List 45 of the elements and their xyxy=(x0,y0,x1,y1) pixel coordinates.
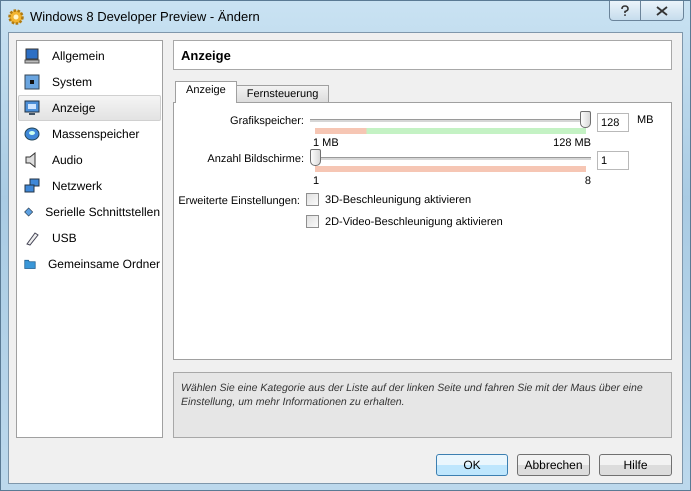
sidebar-item[interactable]: System xyxy=(18,69,161,95)
sidebar-item[interactable]: Serielle Schnittstellen xyxy=(18,199,161,225)
value-field[interactable]: 1 xyxy=(597,151,629,170)
field-label: Anzahl Bildschirme: xyxy=(206,152,304,167)
sidebar-item[interactable]: Audio xyxy=(18,147,161,173)
slider-thumb[interactable] xyxy=(580,111,591,128)
sidebar-item[interactable]: USB xyxy=(18,225,161,251)
close-icon xyxy=(656,6,668,16)
field-label: Erweiterte Einstellungen: xyxy=(177,194,300,209)
sidebar-item[interactable]: Allgemein xyxy=(18,43,161,69)
sidebar-item[interactable]: Netzwerk xyxy=(18,173,161,199)
chip-icon xyxy=(24,74,40,90)
max-label: 128 MB xyxy=(553,137,591,149)
help-icon xyxy=(620,4,630,16)
help-button[interactable] xyxy=(609,1,641,21)
unit-label: MB xyxy=(637,113,654,126)
page-title: Anzeige xyxy=(173,40,672,70)
checkbox-label: 2D-Video-Beschleunigung aktivieren xyxy=(325,216,503,228)
min-label: 1 xyxy=(313,175,320,187)
network-icon xyxy=(24,178,40,194)
min-label: 1 MB xyxy=(313,137,339,149)
tab[interactable]: Anzeige xyxy=(175,81,237,103)
checkbox[interactable] xyxy=(306,193,319,206)
window-title: Windows 8 Developer Preview - Ändern xyxy=(30,9,260,24)
value-field[interactable]: 128 xyxy=(597,113,629,132)
sidebar-item[interactable]: Anzeige xyxy=(18,95,161,121)
slider[interactable] xyxy=(310,151,591,165)
slider[interactable] xyxy=(310,113,591,127)
dialog-button[interactable]: Hilfe xyxy=(599,454,672,476)
checkbox-label: 3D-Beschleunigung aktivieren xyxy=(325,194,472,206)
sidebar-item[interactable]: Gemeinsame Ordner xyxy=(18,251,161,277)
dialog-button[interactable]: Abbrechen xyxy=(517,454,590,476)
checkbox[interactable] xyxy=(306,215,319,228)
field-label: Grafikspeicher: xyxy=(229,114,304,129)
slider-thumb[interactable] xyxy=(310,149,321,166)
gear-icon xyxy=(8,8,24,24)
dialog-button[interactable]: OK xyxy=(436,454,508,476)
monitor-icon xyxy=(24,48,40,64)
disk-icon xyxy=(24,126,40,142)
sidebar-item[interactable]: Massenspeicher xyxy=(18,121,161,147)
info-text: Wählen Sie eine Kategorie aus der Liste auf der linken Seite und fahren Sie mit der Maus über eine Einstellung, um mehr Informationen zu erhalten. xyxy=(181,382,643,408)
max-label: 8 xyxy=(584,175,591,187)
tab[interactable]: Fernsteuerung xyxy=(236,85,330,102)
screen-icon xyxy=(24,100,40,116)
close-button[interactable] xyxy=(641,1,684,21)
